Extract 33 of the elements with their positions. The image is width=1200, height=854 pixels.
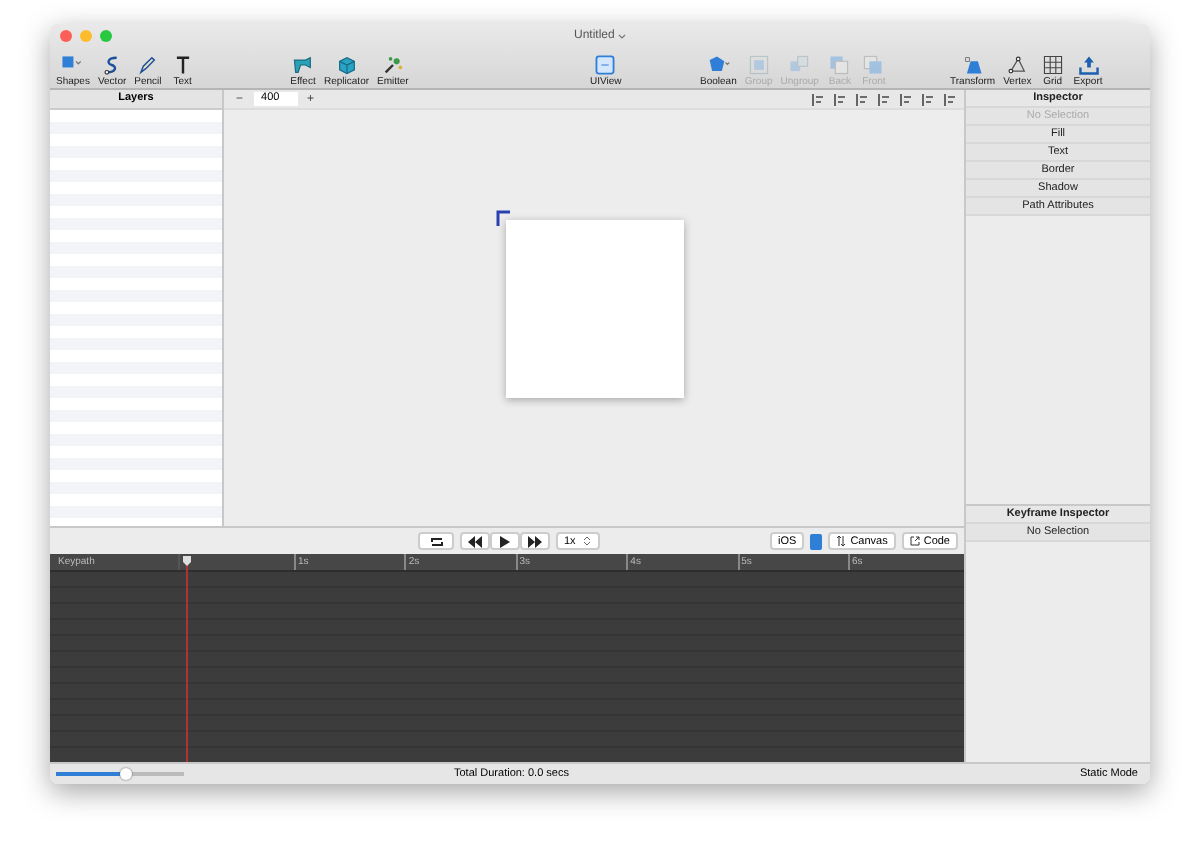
fast-forward-icon (528, 535, 542, 547)
playhead[interactable] (182, 554, 192, 762)
effect-icon (292, 54, 314, 76)
close-button[interactable] (60, 30, 72, 42)
replicator-icon (335, 54, 358, 76)
ungroup-icon (788, 54, 811, 76)
export-box-icon (909, 536, 920, 546)
play-button[interactable] (490, 532, 520, 550)
origin-marker-icon (496, 210, 512, 226)
fast-forward-button[interactable] (520, 532, 550, 550)
chevron-down-icon[interactable] (618, 33, 627, 39)
transform-icon (961, 54, 984, 76)
slider-thumb[interactable] (119, 767, 132, 780)
pencil-icon (136, 54, 159, 76)
emitter-icon (381, 54, 404, 76)
play-icon (498, 535, 512, 547)
boolean-icon (706, 54, 731, 76)
text-icon (171, 54, 194, 76)
uiview-icon (594, 54, 617, 76)
rewind-button[interactable] (460, 532, 490, 550)
group-icon (747, 54, 770, 76)
arrows-icon (836, 536, 847, 546)
front-icon (862, 54, 885, 76)
loop-icon (429, 535, 443, 547)
loop-button[interactable] (418, 532, 454, 550)
vertex-icon (1006, 54, 1029, 76)
grid-icon (1041, 54, 1064, 76)
stepper-icon[interactable] (810, 533, 823, 549)
export-icon (1077, 54, 1100, 76)
stepper-arrows-icon (581, 536, 592, 546)
back-icon (828, 54, 851, 76)
rewind-icon (468, 535, 482, 547)
align-left-icon[interactable] (812, 93, 824, 105)
